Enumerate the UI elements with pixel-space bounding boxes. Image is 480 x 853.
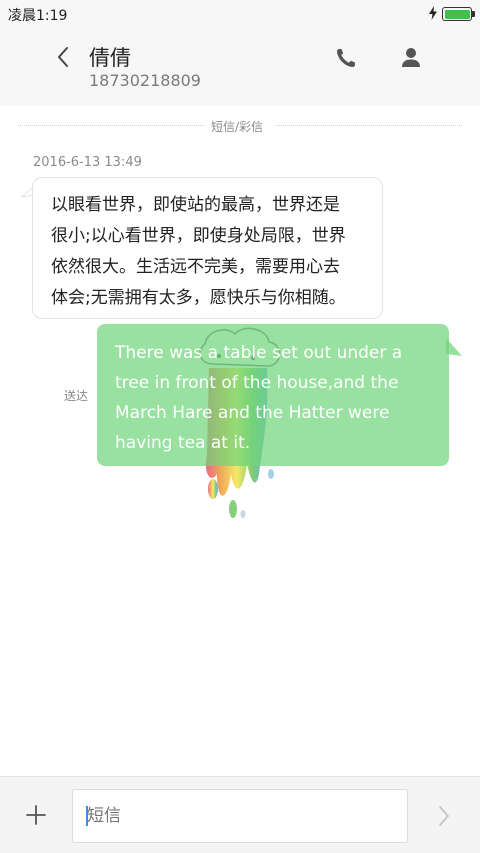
- message-line: 体会;无需拥有太多，愿快乐与你相随。: [51, 288, 346, 308]
- lightning-icon: [428, 6, 438, 24]
- message-line: 依然很大。生活远不完美，需要用心去: [51, 257, 340, 277]
- phone-icon: [337, 49, 355, 67]
- chevron-left-icon: [58, 47, 68, 67]
- message-line: tree in front of the house,and the: [115, 373, 399, 393]
- message-line: March Hare and the Hatter were: [115, 403, 390, 423]
- incoming-message-bubble[interactable]: 以眼看世界，即使站的最高，世界还是 很小;以心看世界，即使身处局限，世界 依然很…: [32, 177, 383, 319]
- message-line: having tea at it.: [115, 433, 251, 453]
- contact-phone-number: 18730218809: [89, 71, 201, 90]
- divider-line-left: [18, 125, 205, 126]
- send-button[interactable]: [432, 803, 456, 829]
- compose-bar: [0, 776, 480, 853]
- bubble-tail: [446, 338, 462, 356]
- plus-icon: [26, 805, 46, 825]
- add-attachment-button[interactable]: [22, 801, 50, 829]
- battery-level: [444, 9, 470, 19]
- outgoing-message-bubble[interactable]: There was a table set out under a tree i…: [97, 324, 449, 466]
- back-button[interactable]: [48, 40, 78, 74]
- divider-line-right: [275, 125, 462, 126]
- text-cursor: [86, 806, 88, 826]
- message-list[interactable]: 短信/彩信 2016-6-13 13:49 以眼看世界，即使站的最高，世界还是 …: [0, 106, 480, 776]
- message-type-divider: 短信/彩信: [205, 118, 270, 135]
- delivery-status: 送达: [64, 389, 89, 403]
- message-timestamp: 2016-6-13 13:49: [33, 155, 142, 170]
- contact-info-button[interactable]: [395, 42, 427, 74]
- message-input[interactable]: [72, 789, 408, 843]
- message-line: There was a table set out under a: [115, 343, 403, 363]
- battery-icon: [442, 7, 472, 21]
- chevron-right-icon: [439, 806, 449, 826]
- message-line: 很小;以心看世界，即使身处局限，世界: [51, 226, 346, 246]
- person-icon: [402, 48, 420, 67]
- contact-name: 倩倩: [89, 46, 131, 70]
- message-line: 以眼看世界，即使站的最高，世界还是: [51, 195, 340, 215]
- status-time: 凌晨1:19: [8, 8, 68, 24]
- call-button[interactable]: [330, 42, 362, 74]
- status-bar: 凌晨1:19: [0, 0, 480, 28]
- battery-tip: [472, 11, 475, 17]
- conversation-header: 倩倩 18730218809: [0, 28, 480, 106]
